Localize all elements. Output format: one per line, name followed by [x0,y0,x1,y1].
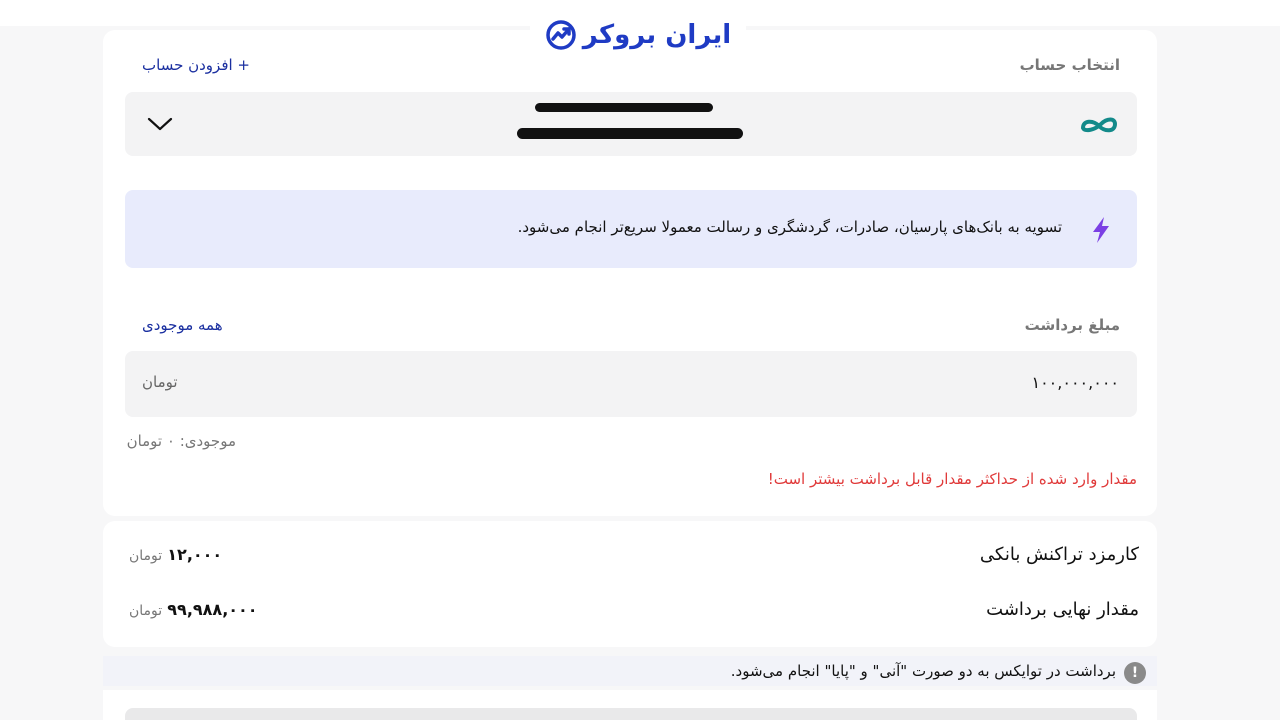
chevron-down-icon[interactable] [147,116,173,132]
chart-up-icon [546,20,576,50]
bank-fee-unit: تومان [129,548,163,564]
add-account-link[interactable]: + افزودن حساب [142,56,250,74]
brand-logo[interactable]: ایران بروکر [530,8,746,62]
next-section-field[interactable] [125,708,1137,720]
bank-fee-amount: ۱۲,۰۰۰ [167,545,223,564]
info-text: تسویه به بانک‌های پارسیان، صادرات، گردشگ… [517,218,1062,236]
redaction-mark [517,128,743,139]
redaction-mark [535,103,713,112]
error-message: مقدار وارد شده از حداکثر مقدار قابل بردا… [767,470,1137,488]
final-amount-label: مقدار نهایی برداشت [986,599,1139,620]
final-amount-unit: تومان [129,603,163,619]
fees-card [103,521,1157,647]
bank-fee-label: کارمزد تراکنش بانکی [979,544,1139,565]
exclamation-icon: ! [1124,662,1146,684]
bank-fee-value: ۱۲,۰۰۰ تومان [123,545,222,564]
logo-text: ایران بروکر [582,20,732,50]
all-balance-link[interactable]: همه موجودی [142,316,223,334]
account-select-label: انتخاب حساب [1019,56,1120,74]
note-text: برداشت در توایکس به دو صورت "آنی" و "پای… [730,662,1116,680]
amount-unit: تومان [142,373,178,391]
balance-text: موجودی: ۰ تومان [126,432,236,450]
final-amount-value: ۹۹,۹۸۸,۰۰۰ تومان [123,600,258,619]
amount-label: مبلغ برداشت [1024,316,1120,334]
info-banner: تسویه به بانک‌های پارسیان، صادرات، گردشگ… [125,190,1137,268]
lightning-icon [1093,217,1109,243]
amount-input[interactable]: ۱۰۰,۰۰۰,۰۰۰ تومان [125,351,1137,417]
bank-logo-icon [1081,117,1117,133]
final-amount-number: ۹۹,۹۸۸,۰۰۰ [167,600,258,619]
amount-value[interactable]: ۱۰۰,۰۰۰,۰۰۰ [1031,373,1119,392]
